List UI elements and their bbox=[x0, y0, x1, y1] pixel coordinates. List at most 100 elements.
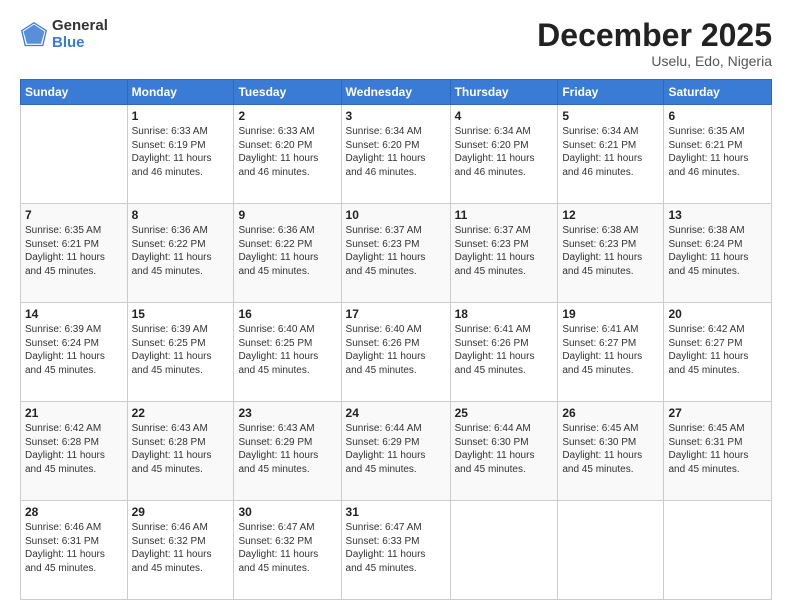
day-number-2: 2 bbox=[238, 109, 336, 123]
day-info-4: Sunrise: 6:34 AM Sunset: 6:20 PM Dayligh… bbox=[455, 125, 554, 179]
week-row-3: 14Sunrise: 6:39 AM Sunset: 6:24 PM Dayli… bbox=[21, 303, 772, 402]
day-info-19: Sunrise: 6:41 AM Sunset: 6:27 PM Dayligh… bbox=[562, 323, 659, 377]
day-info-25: Sunrise: 6:44 AM Sunset: 6:30 PM Dayligh… bbox=[455, 422, 554, 476]
calendar-cell-w4-d0: 21Sunrise: 6:42 AM Sunset: 6:28 PM Dayli… bbox=[21, 402, 128, 501]
week-row-2: 7Sunrise: 6:35 AM Sunset: 6:21 PM Daylig… bbox=[21, 204, 772, 303]
day-number-24: 24 bbox=[346, 406, 446, 420]
day-info-1: Sunrise: 6:33 AM Sunset: 6:19 PM Dayligh… bbox=[132, 125, 230, 179]
header-tuesday: Tuesday bbox=[234, 80, 341, 105]
day-info-13: Sunrise: 6:38 AM Sunset: 6:24 PM Dayligh… bbox=[668, 224, 767, 278]
day-info-6: Sunrise: 6:35 AM Sunset: 6:21 PM Dayligh… bbox=[668, 125, 767, 179]
calendar-cell-w5-d3: 31 Sunrise: 6:47 AM Sunset: 6:33 PM Dayli… bbox=[341, 501, 450, 600]
day-number-29: 29 bbox=[132, 505, 230, 519]
week-row-4: 21Sunrise: 6:42 AM Sunset: 6:28 PM Dayli… bbox=[21, 402, 772, 501]
calendar-cell-w5-d4 bbox=[450, 501, 558, 600]
day-info-26: Sunrise: 6:45 AM Sunset: 6:30 PM Dayligh… bbox=[562, 422, 659, 476]
day-info-10: Sunrise: 6:37 AM Sunset: 6:23 PM Dayligh… bbox=[346, 224, 446, 278]
calendar-cell-w1-d3: 3 Sunrise: 6:34 AM Sunset: 6:20 PM Daylig… bbox=[341, 105, 450, 204]
day-info-8: Sunrise: 6:36 AM Sunset: 6:22 PM Dayligh… bbox=[132, 224, 230, 278]
day-number-30: 30 bbox=[238, 505, 336, 519]
day-info-12: Sunrise: 6:38 AM Sunset: 6:23 PM Dayligh… bbox=[562, 224, 659, 278]
calendar-cell-w4-d6: 27 Sunrise: 6:45 AM Sunset: 6:31 PM Dayli… bbox=[664, 402, 772, 501]
day-info-20: Sunrise: 6:42 AM Sunset: 6:27 PM Dayligh… bbox=[668, 323, 767, 377]
day-info-22: Sunrise: 6:43 AM Sunset: 6:28 PM Dayligh… bbox=[132, 422, 230, 476]
calendar-cell-w1-d1: 1 Sunrise: 6:33 AM Sunset: 6:19 PM Daylig… bbox=[127, 105, 234, 204]
day-number-12: 12 bbox=[562, 208, 659, 222]
day-number-10: 10 bbox=[346, 208, 446, 222]
header-row: Sunday Monday Tuesday Wednesday Thursday… bbox=[21, 80, 772, 105]
day-info-27: Sunrise: 6:45 AM Sunset: 6:31 PM Dayligh… bbox=[668, 422, 767, 476]
calendar-body: 1 Sunrise: 6:33 AM Sunset: 6:19 PM Daylig… bbox=[21, 105, 772, 600]
logo-blue-text: Blue bbox=[52, 35, 108, 52]
calendar-cell-w3-d6: 20 Sunrise: 6:42 AM Sunset: 6:27 PM Dayli… bbox=[664, 303, 772, 402]
day-info-11: Sunrise: 6:37 AM Sunset: 6:23 PM Dayligh… bbox=[455, 224, 554, 278]
calendar-cell-w4-d4: 25 Sunrise: 6:44 AM Sunset: 6:30 PM Dayli… bbox=[450, 402, 558, 501]
day-number-1: 1 bbox=[132, 109, 230, 123]
day-number-27: 27 bbox=[668, 406, 767, 420]
calendar-cell-w5-d1: 29 Sunrise: 6:46 AM Sunset: 6:32 PM Dayli… bbox=[127, 501, 234, 600]
calendar-cell-w2-d5: 12 Sunrise: 6:38 AM Sunset: 6:23 PM Dayli… bbox=[558, 204, 664, 303]
day-info-31: Sunrise: 6:47 AM Sunset: 6:33 PM Dayligh… bbox=[346, 521, 446, 575]
calendar-cell-w3-d2: 16 Sunrise: 6:40 AM Sunset: 6:25 PM Dayli… bbox=[234, 303, 341, 402]
day-number-15: 15 bbox=[132, 307, 230, 321]
day-info-30: Sunrise: 6:47 AM Sunset: 6:32 PM Dayligh… bbox=[238, 521, 336, 575]
day-number-26: 26 bbox=[562, 406, 659, 420]
day-number-9: 9 bbox=[238, 208, 336, 222]
header-saturday: Saturday bbox=[664, 80, 772, 105]
day-number-21: 21 bbox=[25, 406, 123, 420]
day-info-3: Sunrise: 6:34 AM Sunset: 6:20 PM Dayligh… bbox=[346, 125, 446, 179]
header-monday: Monday bbox=[127, 80, 234, 105]
logo-general-text: General bbox=[52, 18, 108, 35]
calendar-cell-w4-d2: 23Sunrise: 6:43 AM Sunset: 6:29 PM Dayli… bbox=[234, 402, 341, 501]
calendar-cell-w5-d2: 30 Sunrise: 6:47 AM Sunset: 6:32 PM Dayli… bbox=[234, 501, 341, 600]
calendar-cell-w1-d0 bbox=[21, 105, 128, 204]
day-info-15: Sunrise: 6:39 AM Sunset: 6:25 PM Dayligh… bbox=[132, 323, 230, 377]
day-info-29: Sunrise: 6:46 AM Sunset: 6:32 PM Dayligh… bbox=[132, 521, 230, 575]
day-number-18: 18 bbox=[455, 307, 554, 321]
day-number-6: 6 bbox=[668, 109, 767, 123]
calendar-cell-w2-d4: 11 Sunrise: 6:37 AM Sunset: 6:23 PM Dayli… bbox=[450, 204, 558, 303]
header-wednesday: Wednesday bbox=[341, 80, 450, 105]
day-number-17: 17 bbox=[346, 307, 446, 321]
calendar-cell-w3-d3: 17 Sunrise: 6:40 AM Sunset: 6:26 PM Dayli… bbox=[341, 303, 450, 402]
day-number-3: 3 bbox=[346, 109, 446, 123]
day-info-16: Sunrise: 6:40 AM Sunset: 6:25 PM Dayligh… bbox=[238, 323, 336, 377]
calendar-cell-w5-d6 bbox=[664, 501, 772, 600]
day-number-25: 25 bbox=[455, 406, 554, 420]
day-number-5: 5 bbox=[562, 109, 659, 123]
day-number-14: 14 bbox=[25, 307, 123, 321]
location-subtitle: Uselu, Edo, Nigeria bbox=[537, 53, 772, 69]
calendar-cell-w4-d3: 24 Sunrise: 6:44 AM Sunset: 6:29 PM Dayli… bbox=[341, 402, 450, 501]
day-number-20: 20 bbox=[668, 307, 767, 321]
calendar-cell-w4-d5: 26 Sunrise: 6:45 AM Sunset: 6:30 PM Dayli… bbox=[558, 402, 664, 501]
day-info-17: Sunrise: 6:40 AM Sunset: 6:26 PM Dayligh… bbox=[346, 323, 446, 377]
calendar-cell-w5-d5 bbox=[558, 501, 664, 600]
day-number-22: 22 bbox=[132, 406, 230, 420]
month-title: December 2025 bbox=[537, 18, 772, 53]
title-area: December 2025 Uselu, Edo, Nigeria bbox=[537, 18, 772, 69]
calendar-cell-w2-d2: 9Sunrise: 6:36 AM Sunset: 6:22 PM Daylig… bbox=[234, 204, 341, 303]
day-info-7: Sunrise: 6:35 AM Sunset: 6:21 PM Dayligh… bbox=[25, 224, 123, 278]
header-friday: Friday bbox=[558, 80, 664, 105]
calendar-cell-w2-d0: 7Sunrise: 6:35 AM Sunset: 6:21 PM Daylig… bbox=[21, 204, 128, 303]
day-number-31: 31 bbox=[346, 505, 446, 519]
day-info-18: Sunrise: 6:41 AM Sunset: 6:26 PM Dayligh… bbox=[455, 323, 554, 377]
calendar-cell-w5-d0: 28Sunrise: 6:46 AM Sunset: 6:31 PM Dayli… bbox=[21, 501, 128, 600]
page: General Blue December 2025 Uselu, Edo, N… bbox=[0, 0, 792, 612]
calendar-cell-w1-d6: 6 Sunrise: 6:35 AM Sunset: 6:21 PM Daylig… bbox=[664, 105, 772, 204]
calendar-header: Sunday Monday Tuesday Wednesday Thursday… bbox=[21, 80, 772, 105]
calendar-cell-w1-d4: 4Sunrise: 6:34 AM Sunset: 6:20 PM Daylig… bbox=[450, 105, 558, 204]
day-number-8: 8 bbox=[132, 208, 230, 222]
day-info-24: Sunrise: 6:44 AM Sunset: 6:29 PM Dayligh… bbox=[346, 422, 446, 476]
calendar-cell-w4-d1: 22 Sunrise: 6:43 AM Sunset: 6:28 PM Dayli… bbox=[127, 402, 234, 501]
day-number-16: 16 bbox=[238, 307, 336, 321]
calendar-cell-w3-d4: 18 Sunrise: 6:41 AM Sunset: 6:26 PM Dayli… bbox=[450, 303, 558, 402]
week-row-1: 1 Sunrise: 6:33 AM Sunset: 6:19 PM Daylig… bbox=[21, 105, 772, 204]
calendar-cell-w2-d3: 10 Sunrise: 6:37 AM Sunset: 6:23 PM Dayli… bbox=[341, 204, 450, 303]
header: General Blue December 2025 Uselu, Edo, N… bbox=[20, 18, 772, 69]
header-sunday: Sunday bbox=[21, 80, 128, 105]
day-number-11: 11 bbox=[455, 208, 554, 222]
week-row-5: 28Sunrise: 6:46 AM Sunset: 6:31 PM Dayli… bbox=[21, 501, 772, 600]
day-number-19: 19 bbox=[562, 307, 659, 321]
day-number-13: 13 bbox=[668, 208, 767, 222]
